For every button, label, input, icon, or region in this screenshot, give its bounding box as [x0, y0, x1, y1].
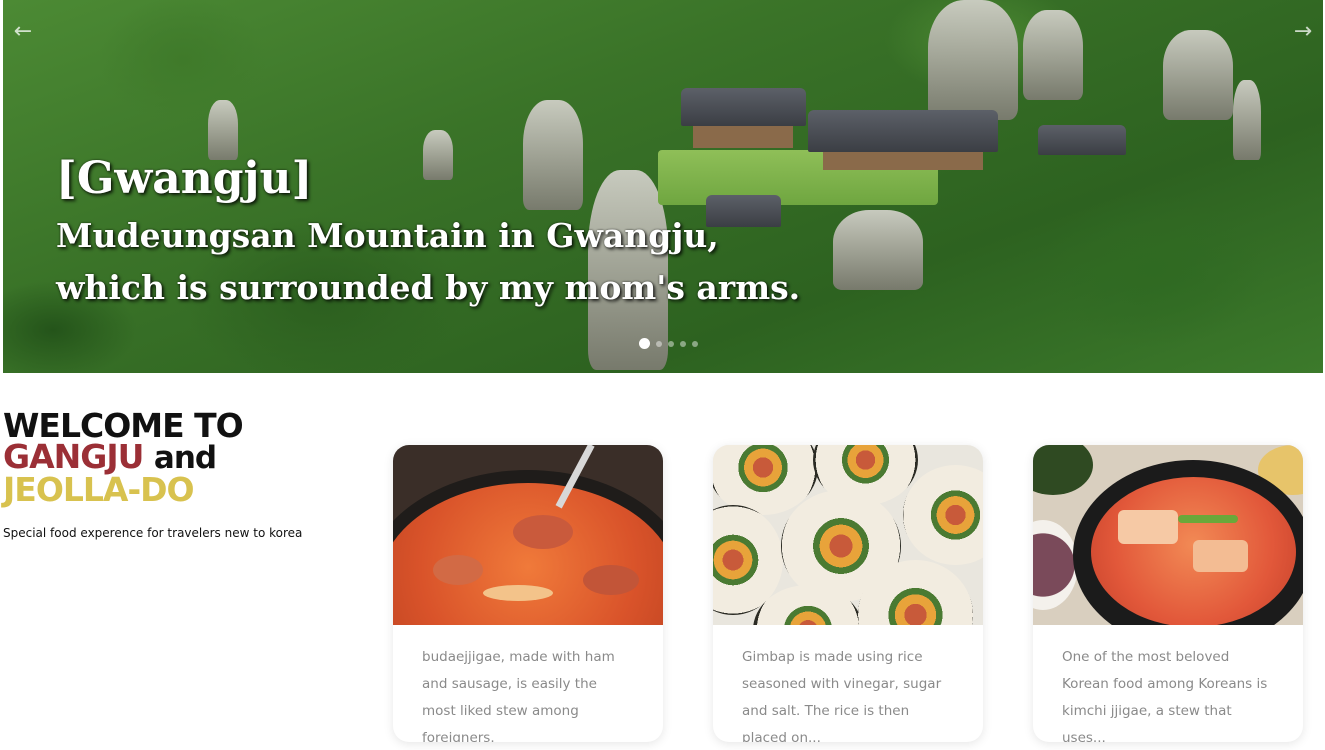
tofu-slice [1118, 510, 1178, 544]
rock-pillar [833, 210, 923, 290]
ham-slice [433, 555, 483, 585]
card-description: Gimbap is made using rice seasoned with … [742, 649, 942, 742]
slider-dots [639, 338, 698, 349]
hero-slider: ← → [Gwangju] Mudeungsan Mountain in Gwa… [3, 0, 1323, 373]
welcome-section: WELCOME TO GANGJU and JEOLLA-DO Special … [3, 409, 333, 540]
rice-bowl [1033, 520, 1078, 610]
hero-line-2: which is surrounded by my mom's arms. [56, 268, 801, 307]
gimbap-roll [903, 465, 983, 565]
onion-slice [483, 585, 553, 601]
food-card-kimchijjigae[interactable]: One of the most beloved Korean food amon… [1033, 445, 1303, 742]
temple-roof [808, 110, 998, 152]
slide-dot[interactable] [692, 340, 698, 347]
next-arrow-icon[interactable]: → [1289, 18, 1317, 46]
rock-pillar [928, 0, 1018, 120]
hero-line-1: Mudeungsan Mountain in Gwangju, [56, 216, 719, 255]
hero-title: [Gwangju] [56, 153, 313, 204]
rock-pillar [1233, 80, 1261, 160]
food-card-budaejjigae[interactable]: budaejjigae, made with ham and sausage, … [393, 445, 663, 742]
side-dish-bowl [1033, 445, 1093, 495]
slide-dot[interactable] [656, 340, 662, 347]
slide-dot[interactable] [668, 340, 674, 347]
slide-dot[interactable] [680, 340, 686, 347]
temple-roof [1038, 125, 1126, 155]
ham-slice [583, 565, 639, 595]
rock-pillar [1023, 10, 1083, 100]
hero-caption: [Gwangju] Mudeungsan Mountain in Gwangju… [56, 148, 800, 314]
green-onion [1178, 515, 1238, 523]
welcome-subtitle: Special food experence for travelers new… [3, 526, 303, 540]
prev-arrow-icon[interactable]: ← [9, 18, 37, 46]
ham-slice [513, 515, 573, 549]
welcome-heading: WELCOME TO GANGJU and JEOLLA-DO [3, 409, 333, 506]
food-card-gimbap[interactable]: Gimbap is made using rice seasoned with … [713, 445, 983, 742]
rock-pillar [1163, 30, 1233, 120]
card-description: budaejjigae, made with ham and sausage, … [422, 649, 615, 742]
card-description: One of the most beloved Korean food amon… [1062, 649, 1268, 742]
budae-jjigae-photo [393, 445, 663, 625]
slide-dot[interactable] [639, 338, 650, 349]
tofu-slice [1193, 540, 1248, 572]
welcome-region-jeolla: JEOLLA-DO [3, 470, 195, 509]
gimbap-photo [713, 445, 983, 625]
kimchi-jjigae-photo [1033, 445, 1303, 625]
temple-roof [681, 88, 806, 126]
